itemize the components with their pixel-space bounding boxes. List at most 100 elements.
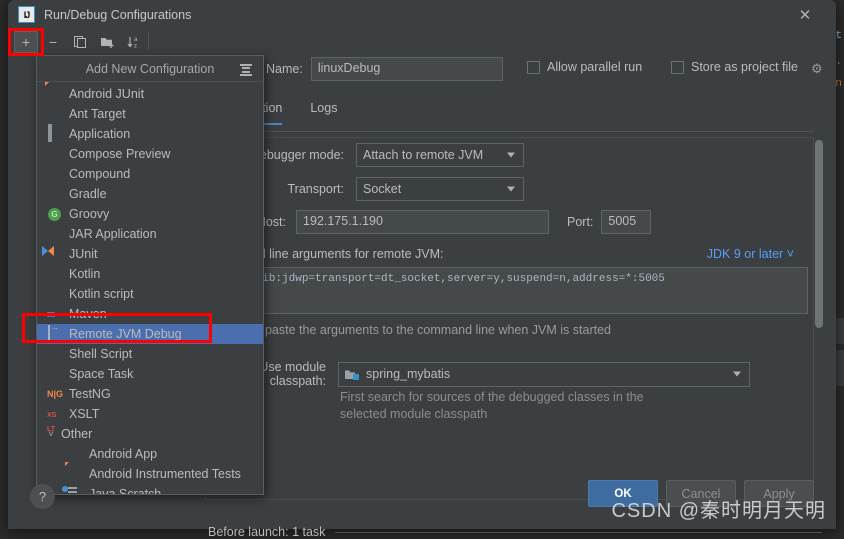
android-junit-icon	[47, 86, 63, 102]
list-item-xslt[interactable]: XSLT XSLT	[37, 404, 263, 424]
allow-parallel-run-label: Allow parallel run	[547, 60, 642, 74]
list-item-junit[interactable]: JUnit	[37, 244, 263, 264]
copy-icon	[73, 35, 87, 49]
remove-configuration-button[interactable]: −	[41, 31, 65, 53]
host-port-row: Host: 192.175.1.190 Port: 5005	[208, 210, 651, 234]
checkbox-box	[671, 61, 684, 74]
jdk-version-label: JDK 9 or later	[707, 247, 783, 261]
chevron-down-icon	[507, 187, 515, 192]
list-item-label: TestNG	[69, 387, 111, 401]
popup-header: Add New Configuration	[37, 56, 263, 82]
list-item-label: Android Instrumented Tests	[89, 467, 241, 481]
list-item-label: Java Scratch	[89, 487, 161, 495]
jdk-version-selector[interactable]: JDK 9 or later ˅	[707, 247, 794, 261]
module-classpath-row: Use module classpath: spring_mybatis	[208, 360, 750, 388]
module-folder-icon	[345, 368, 359, 380]
ok-button[interactable]: OK	[588, 480, 658, 507]
collapse-all-icon[interactable]	[239, 62, 253, 76]
name-row: Name: linuxDebug	[266, 57, 503, 81]
list-item-label: JUnit	[69, 247, 97, 261]
svg-text:z: z	[134, 44, 137, 50]
list-item-android-app[interactable]: Android App	[37, 444, 263, 464]
cancel-button[interactable]: Cancel	[666, 480, 736, 507]
host-input[interactable]: 192.175.1.190	[296, 210, 549, 234]
jvm-arguments-field[interactable]: -agentlib:jdwp=transport=dt_socket,serve…	[208, 267, 808, 314]
transport-select[interactable]: Socket	[356, 177, 524, 201]
configurations-toolbar: + − a z	[8, 29, 263, 55]
toolbar-separator	[148, 32, 149, 50]
list-item-compose-preview[interactable]: Compose Preview	[37, 144, 263, 164]
name-label: Name:	[266, 62, 303, 76]
list-item-label: Compose Preview	[69, 147, 170, 161]
list-item-kotlin[interactable]: Kotlin	[37, 264, 263, 284]
help-button[interactable]: ?	[30, 484, 55, 509]
gradle-icon	[47, 186, 63, 202]
list-item-groovy[interactable]: G Groovy	[37, 204, 263, 224]
list-group-other[interactable]: ˅ Other	[37, 424, 263, 444]
kotlin-script-icon	[47, 286, 63, 302]
bg-code-line-3: n	[835, 78, 842, 90]
list-item-android-instrumented-tests[interactable]: Android Instrumented Tests	[37, 464, 263, 484]
port-input[interactable]: 5005	[601, 210, 651, 234]
svg-text:a: a	[134, 37, 138, 43]
list-item-label: Android JUnit	[69, 87, 144, 101]
xslt-icon: XSLT	[47, 406, 63, 422]
dialog-titlebar: IJ Run/Debug Configurations ✕	[8, 0, 836, 29]
add-new-configuration-popup: Add New Configuration Android JUnit Ant …	[36, 55, 264, 495]
list-item-shell-script[interactable]: Shell Script	[37, 344, 263, 364]
list-item-label: XSLT	[69, 407, 99, 421]
name-input[interactable]: linuxDebug	[311, 57, 503, 81]
list-item-label: Kotlin	[69, 267, 100, 281]
android-test-icon	[67, 466, 83, 482]
ant-icon	[47, 106, 63, 122]
allow-parallel-run-checkbox[interactable]: Allow parallel run	[527, 60, 642, 74]
sort-az-icon: a z	[127, 35, 141, 49]
list-item-space-task[interactable]: Space Task	[37, 364, 263, 384]
add-configuration-button[interactable]: +	[14, 31, 38, 53]
close-icon[interactable]: ✕	[794, 4, 816, 26]
intellij-logo-icon: IJ	[18, 6, 35, 23]
run-debug-configurations-dialog: IJ Run/Debug Configurations ✕ + − a z	[8, 0, 836, 529]
space-task-icon	[47, 366, 63, 382]
list-item-label: Gradle	[69, 187, 107, 201]
move-to-folder-button[interactable]	[95, 31, 119, 53]
configuration-scrollbar[interactable]	[815, 140, 823, 498]
list-item-label: Compound	[69, 167, 130, 181]
android-icon	[67, 446, 83, 462]
folder-plus-icon	[100, 35, 115, 49]
list-item-remote-jvm-debug[interactable]: Remote JVM Debug	[37, 324, 263, 344]
sort-configurations-button[interactable]: a z	[122, 31, 146, 53]
list-item-label: Kotlin script	[69, 287, 134, 301]
gear-icon[interactable]: ⚙	[811, 61, 823, 77]
list-item-maven[interactable]: m Maven	[37, 304, 263, 324]
before-launch-divider	[335, 532, 822, 533]
copy-configuration-button[interactable]	[68, 31, 92, 53]
configuration-type-list: Android JUnit Ant Target Application Com…	[37, 82, 263, 495]
list-item-label: Application	[69, 127, 130, 141]
tab-logs[interactable]: Logs	[310, 101, 337, 125]
debugger-mode-select[interactable]: Attach to remote JVM	[356, 143, 524, 167]
maven-icon: m	[47, 306, 63, 322]
list-item-java-scratch[interactable]: Java Scratch	[37, 484, 263, 495]
store-as-project-file-checkbox[interactable]: Store as project file	[671, 60, 798, 74]
list-item-jar-application[interactable]: JAR Application	[37, 224, 263, 244]
list-item-application[interactable]: Application	[37, 124, 263, 144]
compose-icon	[47, 146, 63, 162]
java-scratch-icon	[67, 486, 83, 495]
tab-divider	[208, 131, 814, 132]
application-icon	[47, 126, 63, 142]
list-item-gradle[interactable]: Gradle	[37, 184, 263, 204]
list-item-android-junit[interactable]: Android JUnit	[37, 84, 263, 104]
scrollbar-thumb[interactable]	[815, 140, 823, 328]
list-item-label: Space Task	[69, 367, 133, 381]
list-item-kotlin-script[interactable]: Kotlin script	[37, 284, 263, 304]
groovy-icon: G	[47, 206, 63, 222]
apply-button[interactable]: Apply	[744, 480, 814, 507]
module-classpath-hint: First search for sources of the debugged…	[340, 389, 670, 423]
list-item-ant-target[interactable]: Ant Target	[37, 104, 263, 124]
list-item-label: JAR Application	[69, 227, 157, 241]
compound-icon	[47, 166, 63, 182]
module-classpath-select[interactable]: spring_mybatis	[338, 362, 750, 387]
list-item-compound[interactable]: Compound	[37, 164, 263, 184]
list-item-testng[interactable]: N|G TestNG	[37, 384, 263, 404]
